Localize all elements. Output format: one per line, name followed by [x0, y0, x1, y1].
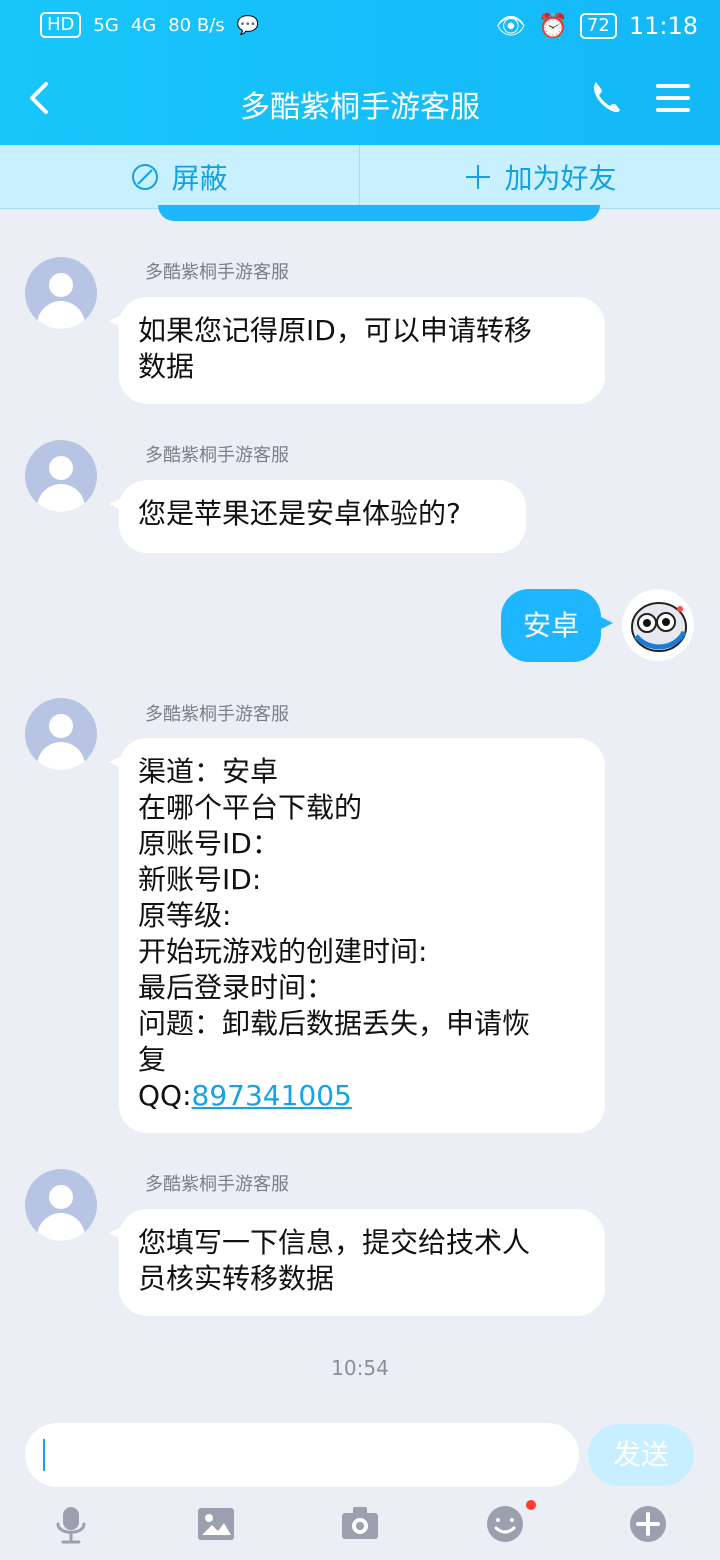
cartoon-avatar-icon [623, 590, 693, 660]
message-line: 最后登录时间： [138, 971, 335, 1004]
phone-icon[interactable] [588, 79, 622, 117]
my-message-bubble[interactable]: 安卓 [501, 589, 613, 662]
input-toolbar [0, 1492, 720, 1560]
avatar [25, 1169, 97, 1241]
network-speed: 80 B/s [168, 14, 225, 36]
menu-icon[interactable] [656, 82, 690, 114]
message-bubble[interactable]: 渠道：安卓 在哪个平台下载的 原账号ID： 新账号ID: 原等级: 开始玩游戏的… [109, 738, 605, 1133]
sender-name: 多酷紫桐手游客服 [145, 1174, 289, 1195]
emoji-icon[interactable] [485, 1504, 525, 1544]
add-icon [466, 164, 491, 189]
sender-name: 多酷紫桐手游客服 [145, 262, 289, 283]
qq-label: QQ: [138, 1079, 192, 1112]
message-line: 渠道：安卓 [138, 755, 279, 788]
plus-icon[interactable] [628, 1504, 668, 1544]
camera-icon[interactable] [340, 1504, 380, 1544]
status-bar: HD 5G 4G 80 B/s 💬 👁 ⏰ 72 11:18 [0, 0, 720, 54]
message-bubble[interactable]: 您是苹果还是安卓体验的? [109, 480, 526, 553]
block-label: 屏蔽 [171, 161, 228, 195]
chat-header: 多酷紫桐手游客服 [0, 54, 720, 145]
message-line: 原账号ID： [138, 827, 280, 860]
image-icon[interactable] [196, 1504, 236, 1544]
status-time: 11:18 [628, 12, 698, 40]
hd-badge: HD [40, 12, 82, 38]
action-bar: 屏蔽 加为好友 [0, 145, 720, 209]
message-bubble[interactable]: 您填写一下信息，提交给技术人 员核实转移数据 [109, 1209, 605, 1316]
previous-message-edge [158, 205, 600, 221]
status-right: 👁 ⏰ 72 11:18 [496, 12, 698, 40]
eye-icon: 👁 [495, 12, 527, 40]
signal-5g: 5G [93, 14, 119, 36]
qq-line: QQ:897341005 [138, 1078, 586, 1114]
my-avatar [622, 589, 694, 661]
qq-link[interactable]: 897341005 [192, 1079, 352, 1112]
message-line: 在哪个平台下载的 [138, 791, 363, 824]
battery-icon: 72 [579, 13, 617, 39]
message-input[interactable] [25, 1423, 579, 1487]
message-timestamp: 10:54 [331, 1356, 389, 1380]
add-friend-label: 加为好友 [504, 161, 617, 195]
block-button[interactable]: 屏蔽 [0, 145, 360, 208]
sender-name: 多酷紫桐手游客服 [145, 445, 289, 466]
status-left: HD 5G 4G 80 B/s 💬 [40, 12, 259, 38]
top-bar: HD 5G 4G 80 B/s 💬 👁 ⏰ 72 11:18 多酷紫桐手游客服 [0, 0, 720, 145]
avatar [25, 698, 97, 770]
text-cursor [43, 1439, 45, 1471]
microphone-icon[interactable] [51, 1504, 91, 1544]
message-line: 问题：卸载后数据丢失，申请恢 [138, 1007, 531, 1040]
sender-name: 多酷紫桐手游客服 [145, 704, 289, 725]
notification-dot [526, 1500, 536, 1510]
message-line: 新账号ID: [138, 863, 262, 896]
signal-4g: 4G [130, 14, 157, 36]
alarm-icon: ⏰ [538, 12, 568, 40]
message-icon: 💬 [236, 14, 260, 36]
send-button[interactable]: 发送 [588, 1424, 694, 1486]
block-icon [132, 163, 159, 190]
avatar [25, 440, 97, 512]
message-bubble[interactable]: 如果您记得原ID，可以申请转移 数据 [109, 297, 605, 404]
avatar [25, 257, 97, 329]
message-line: 复 [138, 1043, 167, 1076]
message-line: 原等级: [138, 899, 232, 932]
message-line: 开始玩游戏的创建时间: [138, 935, 428, 968]
add-friend-button[interactable]: 加为好友 [361, 145, 720, 208]
